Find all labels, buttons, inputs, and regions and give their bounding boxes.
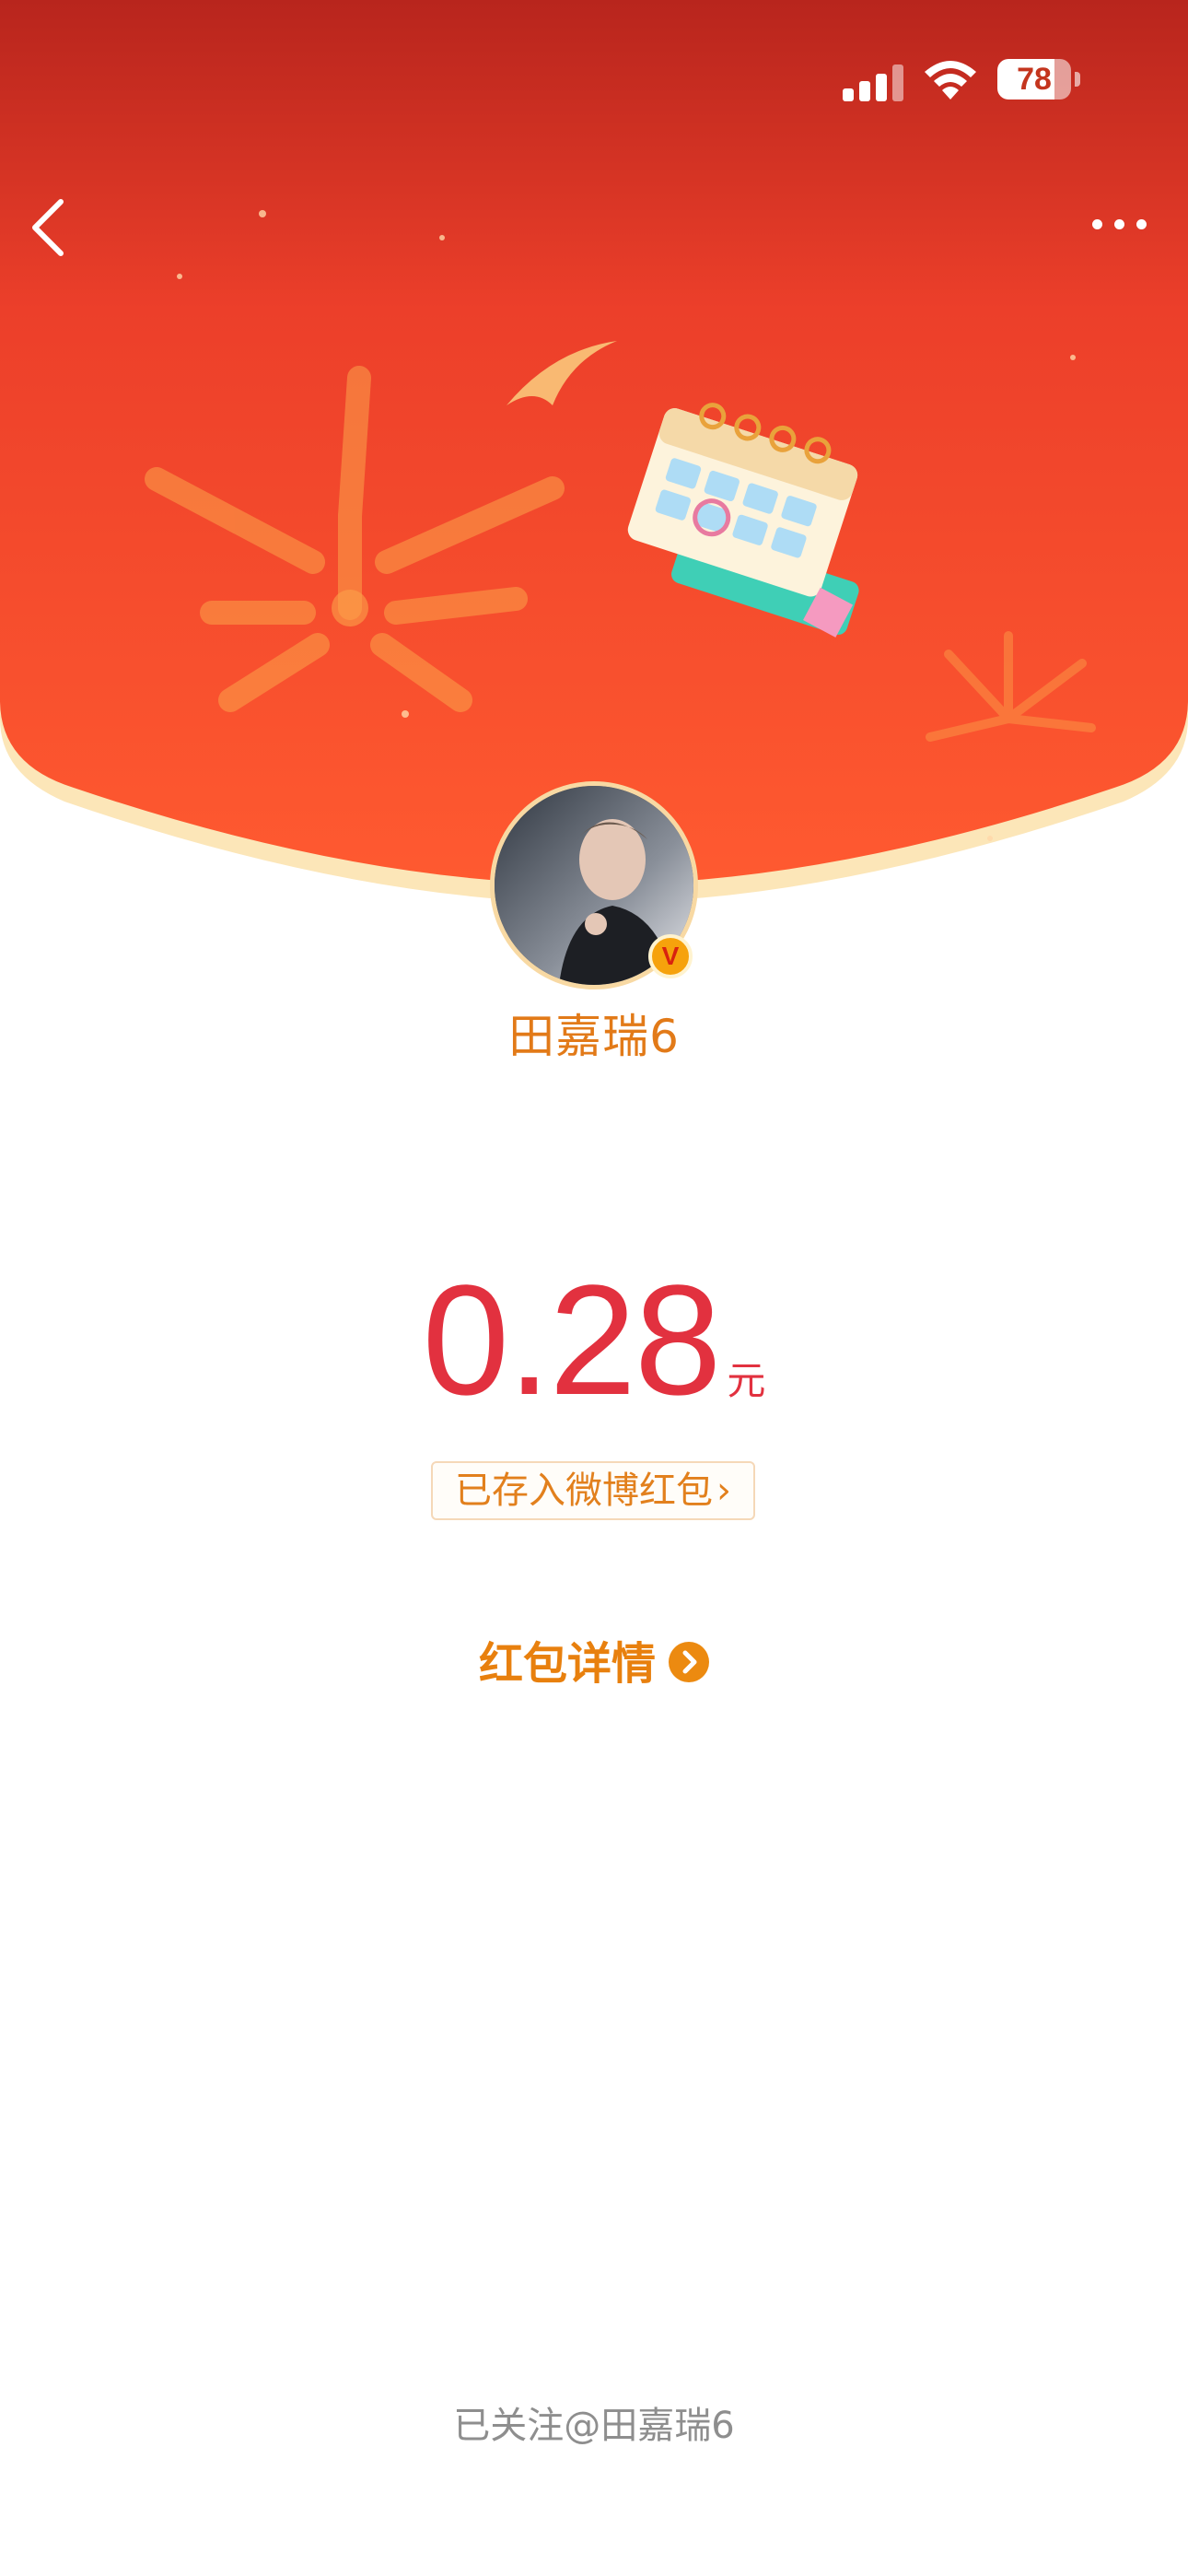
- verified-badge-icon: V: [648, 934, 693, 978]
- sender-name[interactable]: 田嘉瑞6: [0, 1000, 1188, 1066]
- details-label: 红包详情: [478, 1638, 656, 1690]
- amount-row: 0.28 元: [0, 1262, 1188, 1419]
- red-packet-page: 78 V 田嘉瑞6 0.28 元 已存入微博红包 › 红包详情 已关注@田嘉瑞6: [0, 0, 1188, 2576]
- ellipsis-icon: [1092, 219, 1102, 229]
- chevron-right-icon: ›: [716, 1469, 731, 1512]
- follow-status-text: 已关注@田嘉瑞6: [453, 2405, 735, 2447]
- battery-icon: 78: [997, 59, 1080, 100]
- saved-label: 已存入微博红包: [455, 1469, 713, 1512]
- status-bar: 78: [0, 0, 1188, 157]
- amount-value: 0.28: [422, 1253, 722, 1428]
- arrow-right-circle-icon: [669, 1642, 709, 1682]
- battery-level: 78: [1017, 62, 1052, 97]
- amount-unit: 元: [727, 1358, 766, 1403]
- cellular-signal-icon: [843, 64, 903, 101]
- saved-to-wallet-link[interactable]: 已存入微博红包 ›: [431, 1461, 755, 1520]
- back-button[interactable]: [20, 189, 85, 263]
- more-options-button[interactable]: [1077, 203, 1160, 243]
- chevron-left-icon: [32, 199, 64, 256]
- red-packet-details-link[interactable]: 红包详情: [0, 1627, 1188, 1692]
- wifi-icon: [921, 55, 980, 103]
